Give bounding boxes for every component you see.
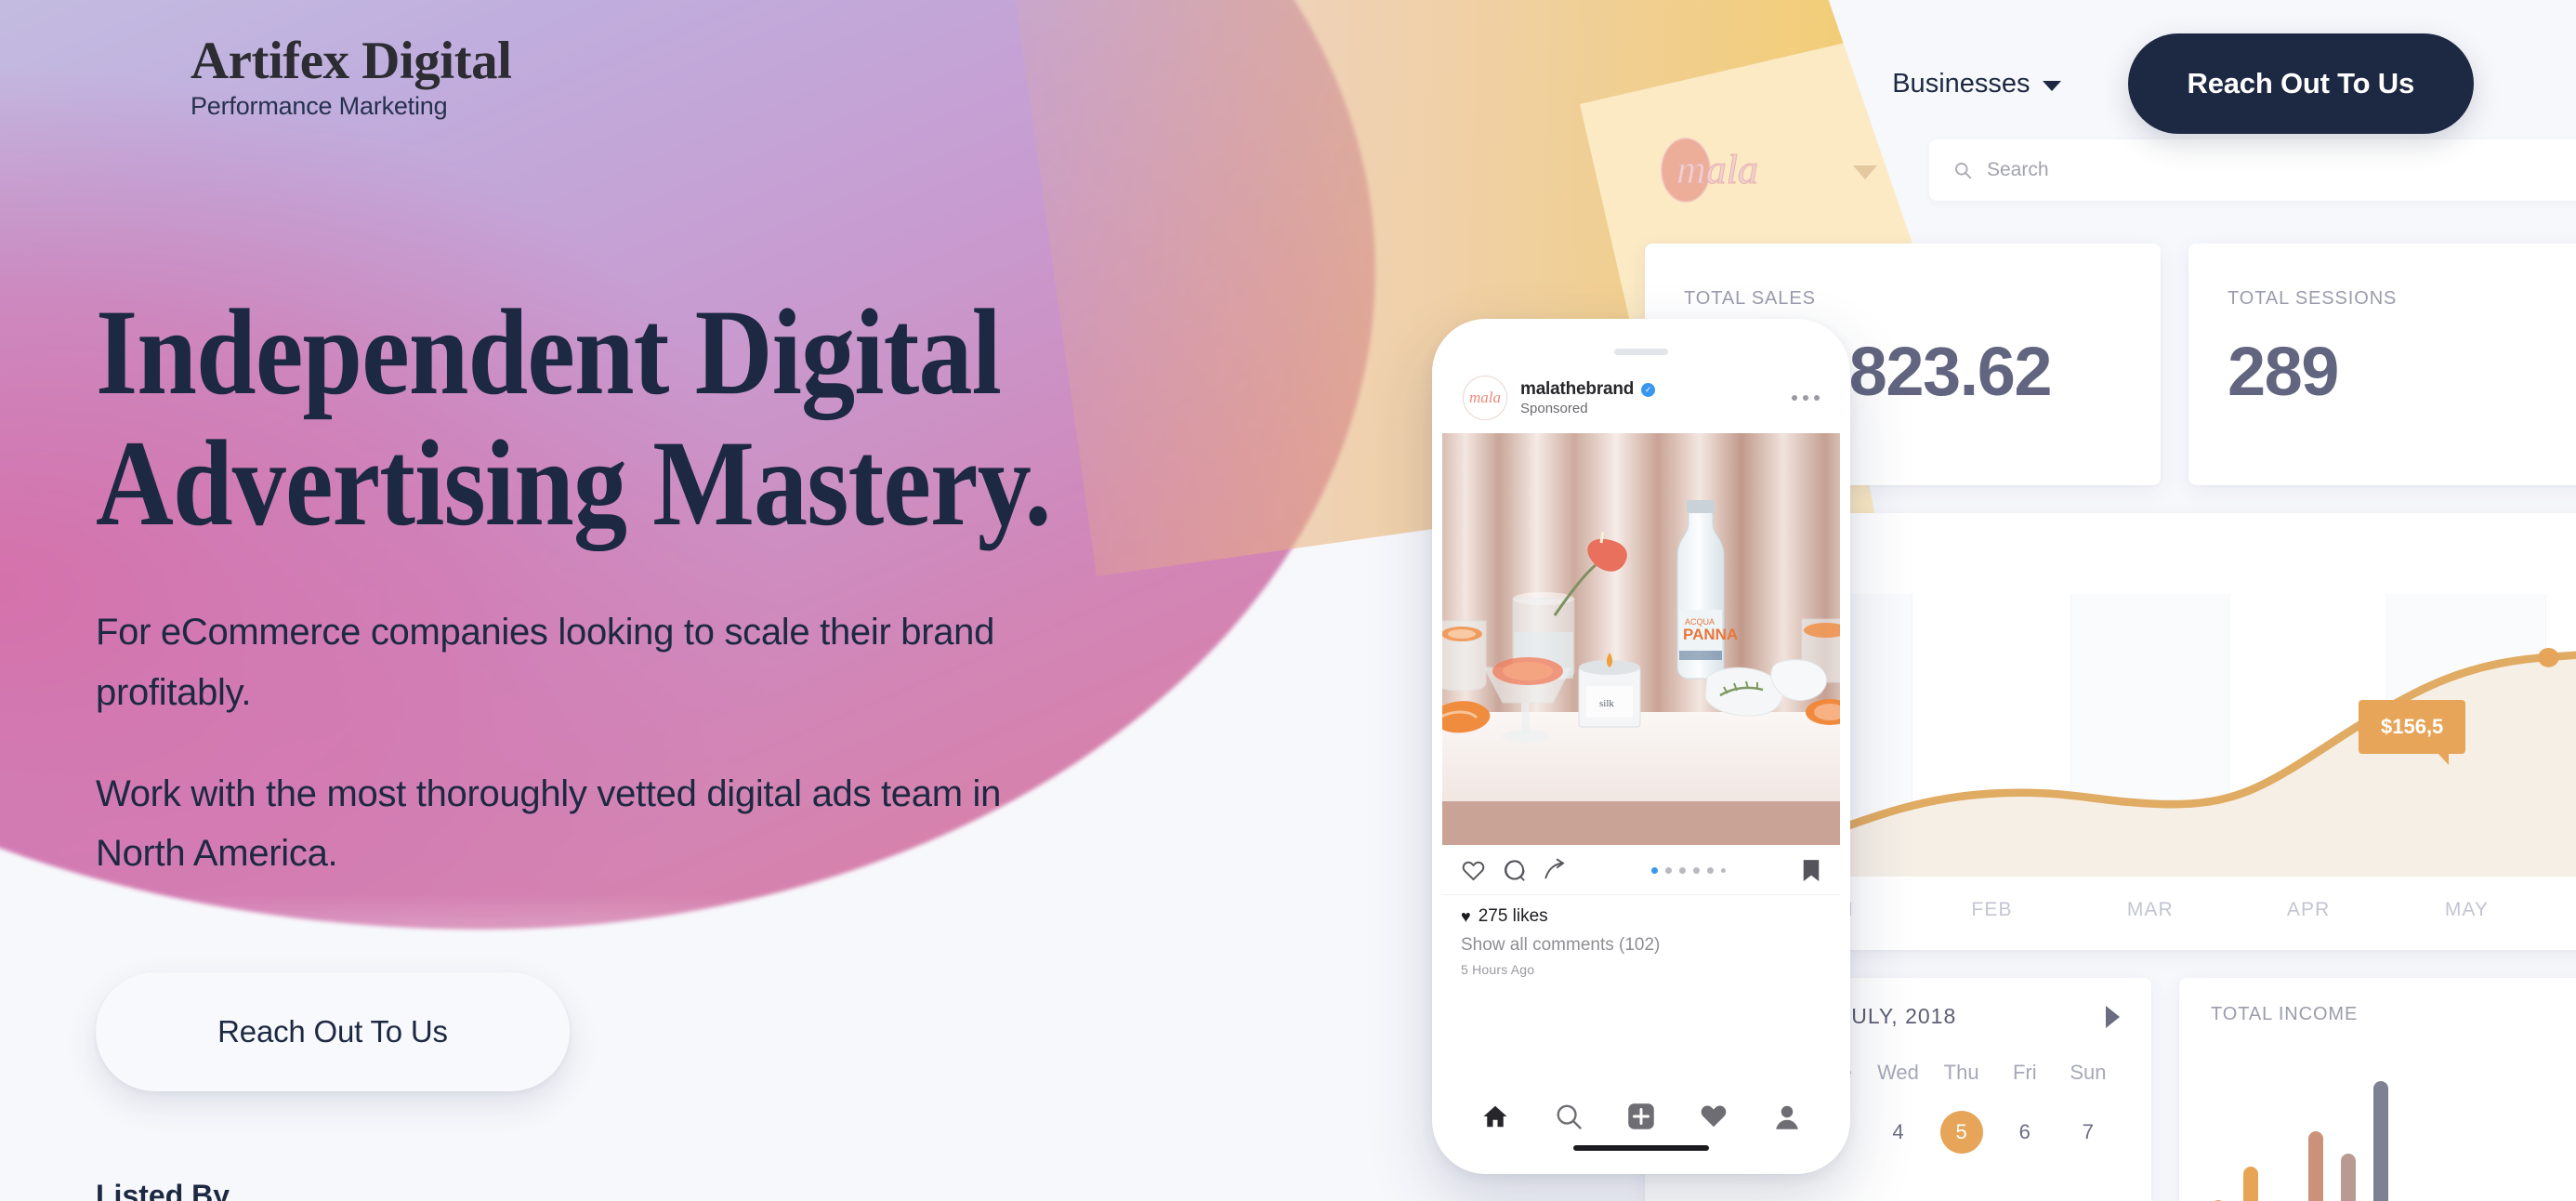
nav-item-businesses[interactable]: Businesses [1892, 68, 2061, 99]
brand-name: Artifex Digital [191, 32, 512, 90]
hero-cta-button[interactable]: Reach Out To Us [96, 972, 570, 1091]
calendar-title: JULY, 2018 [1839, 1004, 1957, 1028]
post-photo: ACQUA PANNA silk [1442, 433, 1840, 845]
calendar-day[interactable]: 4 [1866, 1111, 1929, 1154]
brand-logo[interactable]: Artifex Digital Performance Marketing [191, 32, 512, 121]
post-timestamp: 5 Hours Ago [1461, 962, 1535, 977]
calendar-day[interactable]: 6 [1993, 1111, 2057, 1154]
stat-card-total-sessions: TOTAL SESSIONS 289 [2188, 244, 2576, 485]
avatar[interactable]: mala [1463, 376, 1507, 420]
calendar-dayname: Sun [2070, 1061, 2107, 1084]
phone-home-indicator [1573, 1145, 1709, 1151]
x-axis-tick: APR [2286, 899, 2331, 920]
site-header: Artifex Digital Performance Marketing Bu… [0, 0, 2576, 167]
post-author-block: malathebrand ✓ Sponsored [1520, 379, 1792, 416]
income-bar-chart [2211, 1064, 2576, 1201]
stat-value: 289 [2228, 333, 2339, 410]
x-axis-tick: JUN [2546, 899, 2576, 921]
instagram-tabbar [1442, 1089, 1840, 1140]
more-options-icon[interactable] [1792, 395, 1820, 401]
calendar-dayname: Fri [2012, 1061, 2037, 1084]
svg-text:silk: silk [1599, 698, 1614, 709]
x-axis-tick: FEB [1971, 899, 2013, 920]
share-arrow-icon[interactable] [1543, 858, 1568, 883]
page-title: Independent Digital Advertising Mastery. [96, 284, 1052, 552]
phone-speaker-grille [1614, 349, 1668, 355]
add-post-icon[interactable] [1627, 1102, 1655, 1130]
x-axis-tick: MAR [2126, 899, 2174, 920]
nav-item-label: Businesses [1892, 68, 2031, 99]
chevron-down-icon [2042, 80, 2061, 91]
hero-paragraph-1: For eCommerce companies looking to scale… [96, 612, 995, 713]
home-icon[interactable] [1481, 1102, 1509, 1130]
calendar-dayname: Thu [1943, 1061, 1979, 1084]
total-income-widget: TOTAL INCOME [2179, 978, 2576, 1201]
hero-paragraph-2: Work with the most thoroughly vetted dig… [96, 772, 1002, 875]
headline-line-1: Independent Digital [96, 284, 1002, 420]
header-cta-button[interactable]: Reach Out To Us [2127, 33, 2474, 134]
chart-value-tooltip: $156,5 [2359, 700, 2466, 765]
calendar-day[interactable]: 7 [2057, 1111, 2120, 1154]
show-all-comments-link[interactable]: Show all comments (102) [1461, 935, 1821, 956]
stat-label: TOTAL SESSIONS [2228, 288, 2398, 309]
brand-tagline: Performance Marketing [191, 91, 448, 120]
heart-icon[interactable] [1461, 858, 1486, 883]
income-bar [2341, 1154, 2356, 1201]
heart-icon[interactable] [1700, 1102, 1728, 1130]
primary-navigation: Businesses Reach Out To Us [1892, 33, 2576, 134]
chart-x-axis: JAN FEB MAR APR MAY JUN [1755, 899, 2576, 921]
likes-count: 275 likes [1478, 906, 1548, 926]
instagram-post-header: mala malathebrand ✓ Sponsored [1442, 355, 1840, 433]
stat-label: TOTAL SALES [1684, 288, 1816, 309]
carousel-indicator[interactable] [1584, 867, 1794, 874]
calendar-dayname: Wed [1877, 1061, 1919, 1084]
headline-line-2: Advertising Mastery. [96, 415, 1052, 552]
username: malathebrand [1520, 379, 1635, 399]
income-bar [2243, 1167, 2258, 1201]
listed-by-label: Listed By [96, 1179, 230, 1201]
income-bar [2373, 1081, 2388, 1201]
income-bar [2308, 1131, 2323, 1201]
x-axis-tick: MAY [2444, 899, 2490, 920]
svg-text:PANNA: PANNA [1683, 626, 1738, 643]
bookmark-icon[interactable] [1801, 859, 1821, 883]
instagram-phone-mockup: mala malathebrand ✓ Sponsored ACQUA PANN… [1432, 319, 1850, 1174]
post-action-bar [1442, 845, 1840, 895]
heart-filled-icon: ♥ [1461, 906, 1471, 926]
verified-badge-icon: ✓ [1641, 382, 1656, 397]
hero-copy: For eCommerce companies looking to scale… [96, 602, 1090, 884]
search-icon[interactable] [1555, 1102, 1583, 1130]
phone-screen: mala malathebrand ✓ Sponsored ACQUA PANN… [1442, 329, 1840, 1164]
post-likes: ♥ 275 likes [1461, 906, 1821, 927]
comment-bubble-icon[interactable] [1502, 858, 1527, 883]
calendar-day-selected[interactable]: 5 [1939, 1111, 1983, 1154]
chevron-right-icon[interactable] [2106, 1005, 2120, 1028]
sponsored-label: Sponsored [1520, 401, 1588, 416]
post-meta: ♥ 275 likes Show all comments (102) 5 Ho… [1442, 895, 1840, 977]
profile-icon[interactable] [1773, 1102, 1801, 1130]
post-author[interactable]: malathebrand ✓ [1520, 379, 1792, 400]
income-label: TOTAL INCOME [2211, 1004, 2359, 1024]
